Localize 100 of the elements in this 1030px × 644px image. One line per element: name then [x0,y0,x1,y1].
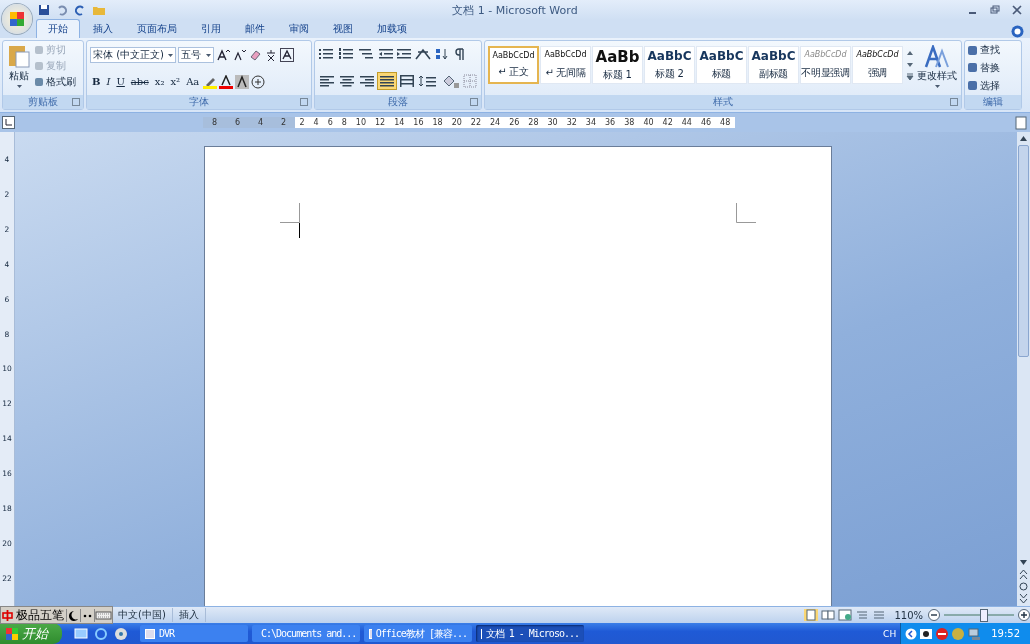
media-icon[interactable] [114,626,128,641]
clipboard-button[interactable]: 格式刷 [35,75,76,89]
style-gallery-item[interactable]: AaBbC 副标题 [748,46,799,84]
office-button[interactable] [2,4,32,34]
style-gallery-item[interactable]: AaBbCcDd ↵ 正文 [488,46,539,84]
undo-icon[interactable] [56,4,68,16]
decrease-indent-icon[interactable] [378,47,394,62]
ime-toolbar[interactable]: 极品五笔 [0,606,113,624]
restore-icon[interactable] [990,5,1000,15]
format-button[interactable]: Aa [184,76,202,88]
char-border-icon[interactable] [280,48,294,63]
more-icon[interactable] [906,73,914,81]
editing-button[interactable]: 替换 [968,61,1018,75]
web-layout-icon[interactable] [838,609,853,621]
font-size-field[interactable]: 五号 [178,47,214,64]
font-color-icon[interactable] [219,74,234,89]
group-label: 段落 [388,95,408,109]
format-button[interactable]: x₂ [152,76,167,88]
multilevel-list-icon[interactable] [358,47,376,62]
ribbon-tab[interactable]: 邮件 [234,20,276,38]
ruler-toggle-icon[interactable] [1015,115,1027,130]
bullets-icon[interactable] [318,47,336,62]
close-icon[interactable] [1012,5,1022,15]
network-icon[interactable] [967,626,982,641]
editing-button[interactable]: 选择 [968,78,1018,93]
chinese-layout-icon[interactable] [414,47,432,62]
numbering-icon[interactable] [338,47,356,62]
style-gallery-item[interactable]: AaBbC 标题 2 [644,46,695,84]
style-gallery-item[interactable]: AaBbCcDd 不明显强调 [800,46,851,84]
ruler-number: 44 [681,118,692,127]
format-button[interactable]: x² [168,76,183,88]
ribbon-tab[interactable]: 审阅 [278,20,320,38]
phonetic-guide-icon[interactable] [264,48,278,63]
save-icon[interactable] [38,4,50,16]
align-justify-icon[interactable] [378,72,396,89]
taskbar-button[interactable]: C:\Documents and... [252,625,360,642]
tab-selector-icon[interactable] [2,116,15,129]
ribbon-tab[interactable]: 引用 [190,20,232,38]
taskbar-button[interactable]: DVR [140,625,248,642]
enclose-char-icon[interactable] [251,74,266,89]
start-button[interactable]: 开始 [0,623,62,644]
browse-object-icon[interactable] [1019,582,1028,591]
zoom-level[interactable]: 110% [894,609,923,621]
sort-icon[interactable] [434,47,450,62]
font-name-field[interactable]: 宋体 (中文正文) [90,47,176,64]
format-button[interactable]: B [90,76,103,88]
dropdown-arrow-icon[interactable] [206,53,211,57]
increase-indent-icon[interactable] [396,47,412,62]
style-gallery-item[interactable]: AaBbCcDd ↵ 无间隔 [540,46,591,84]
dropdown-arrow-icon[interactable] [16,85,22,88]
letters-icon [924,45,950,69]
ruler-number: 38 [624,118,635,127]
previous-page-icon[interactable] [1019,569,1028,580]
redo-icon[interactable] [74,4,86,16]
paste-button[interactable]: 粘贴 [6,43,32,93]
ribbon-tab[interactable]: 视图 [322,20,364,38]
print-layout-icon[interactable] [804,609,819,621]
language-indicator[interactable]: CH [883,628,897,639]
style-gallery-item[interactable]: AaBb 标题 1 [592,46,643,84]
dropdown-arrow-icon[interactable] [168,53,173,57]
next-page-icon[interactable] [1019,593,1028,604]
style-gallery-item[interactable]: AaBbCcDd 强调 [852,46,903,84]
browser-icon[interactable] [94,626,108,641]
ribbon-tab[interactable]: 开始 [36,19,80,38]
change-styles-button[interactable]: 更改样式 [917,43,957,93]
ruler-number: 8 [211,118,218,127]
format-button[interactable]: abc [128,76,151,88]
desktop-icon[interactable] [74,626,88,641]
scroll-up-icon[interactable] [906,49,914,57]
scroll-down-icon[interactable] [906,61,914,69]
punctuation-icon[interactable] [80,608,94,622]
taskbar-button[interactable]: 文档 1 - Microso... [476,625,584,642]
scroll-up-icon[interactable] [1019,134,1028,143]
zoom-in-icon[interactable] [1018,609,1030,621]
format-button[interactable]: U [114,76,127,88]
reading-layout-icon[interactable] [821,609,836,621]
moon-icon[interactable] [66,608,80,622]
shrink-font-icon[interactable] [232,48,246,63]
grow-font-icon[interactable] [216,48,230,63]
scrollbar-thumb[interactable] [1018,145,1029,357]
char-shading-icon[interactable] [235,74,250,89]
eraser-icon[interactable] [248,48,262,63]
zoom-slider-thumb[interactable] [979,608,988,622]
status-item[interactable]: 中文(中国) [112,608,173,622]
paragraph-mark-icon[interactable] [452,47,466,62]
tray-app-icon[interactable] [919,626,934,641]
format-button[interactable]: I [104,76,113,88]
taskbar-button[interactable]: Office教材 [兼容... [364,625,472,642]
ribbon-tab[interactable]: 加载项 [366,20,418,38]
ruler-number: 12 [374,118,386,127]
no-entry-icon[interactable] [935,626,950,641]
status-item[interactable]: 插入 [172,608,206,622]
scroll-down-icon[interactable] [1019,558,1028,567]
ribbon-tab[interactable]: 插入 [82,20,124,38]
editing-button[interactable]: 查找 [968,43,1018,58]
ribbon-tab[interactable]: 页面布局 [126,20,188,38]
dropdown-arrow-icon[interactable] [934,85,940,88]
style-gallery-item[interactable]: AaBbC 标题 [696,46,747,84]
align-distributed-icon[interactable] [398,72,416,89]
zoom-out-icon[interactable] [928,609,940,621]
